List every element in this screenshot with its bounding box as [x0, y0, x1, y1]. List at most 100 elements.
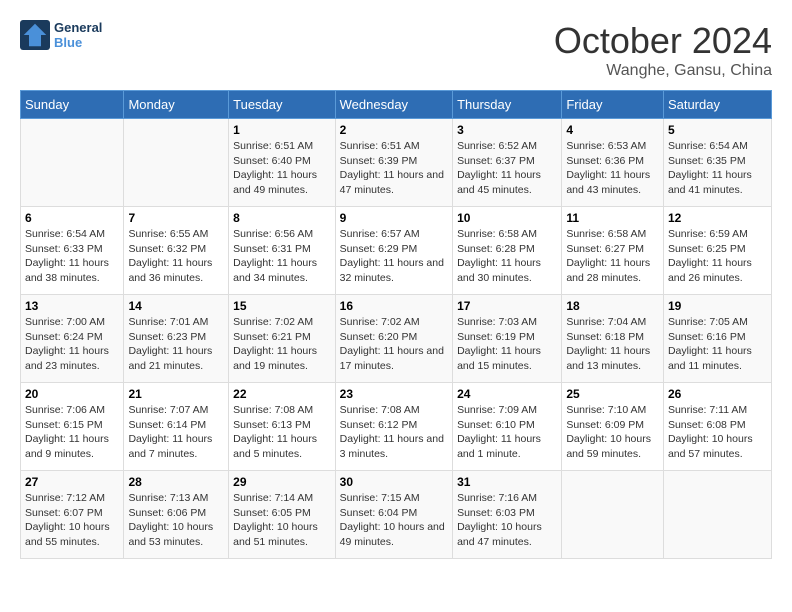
day-number: 13 — [25, 299, 119, 313]
calendar-week-row: 27 Sunrise: 7:12 AMSunset: 6:07 PMDayligh… — [21, 471, 772, 559]
day-info: Sunrise: 6:58 AMSunset: 6:27 PMDaylight:… — [566, 227, 659, 286]
day-number: 10 — [457, 211, 557, 225]
calendar-cell: 18 Sunrise: 7:04 AMSunset: 6:18 PMDayligh… — [562, 295, 664, 383]
calendar-cell: 3 Sunrise: 6:52 AMSunset: 6:37 PMDaylight… — [453, 119, 562, 207]
calendar-cell: 26 Sunrise: 7:11 AMSunset: 6:08 PMDayligh… — [663, 383, 771, 471]
day-info: Sunrise: 7:00 AMSunset: 6:24 PMDaylight:… — [25, 315, 119, 374]
day-number: 5 — [668, 123, 767, 137]
calendar-cell: 4 Sunrise: 6:53 AMSunset: 6:36 PMDaylight… — [562, 119, 664, 207]
day-info: Sunrise: 7:08 AMSunset: 6:12 PMDaylight:… — [340, 403, 448, 462]
day-info: Sunrise: 6:51 AMSunset: 6:40 PMDaylight:… — [233, 139, 331, 198]
day-info: Sunrise: 7:16 AMSunset: 6:03 PMDaylight:… — [457, 491, 557, 550]
day-number: 20 — [25, 387, 119, 401]
logo-icon — [20, 20, 50, 50]
day-info: Sunrise: 7:12 AMSunset: 6:07 PMDaylight:… — [25, 491, 119, 550]
day-number: 28 — [128, 475, 224, 489]
day-number: 3 — [457, 123, 557, 137]
logo: General Blue — [20, 20, 102, 50]
day-number: 1 — [233, 123, 331, 137]
day-number: 8 — [233, 211, 331, 225]
calendar-week-row: 13 Sunrise: 7:00 AMSunset: 6:24 PMDayligh… — [21, 295, 772, 383]
day-info: Sunrise: 6:55 AMSunset: 6:32 PMDaylight:… — [128, 227, 224, 286]
day-info: Sunrise: 6:57 AMSunset: 6:29 PMDaylight:… — [340, 227, 448, 286]
day-info: Sunrise: 7:09 AMSunset: 6:10 PMDaylight:… — [457, 403, 557, 462]
calendar-cell: 13 Sunrise: 7:00 AMSunset: 6:24 PMDayligh… — [21, 295, 124, 383]
calendar-week-row: 6 Sunrise: 6:54 AMSunset: 6:33 PMDaylight… — [21, 207, 772, 295]
day-info: Sunrise: 7:15 AMSunset: 6:04 PMDaylight:… — [340, 491, 448, 550]
calendar-header-saturday: Saturday — [663, 91, 771, 119]
day-number: 27 — [25, 475, 119, 489]
day-number: 6 — [25, 211, 119, 225]
day-info: Sunrise: 7:10 AMSunset: 6:09 PMDaylight:… — [566, 403, 659, 462]
day-number: 29 — [233, 475, 331, 489]
day-number: 12 — [668, 211, 767, 225]
day-info: Sunrise: 7:02 AMSunset: 6:21 PMDaylight:… — [233, 315, 331, 374]
day-number: 9 — [340, 211, 448, 225]
day-number: 15 — [233, 299, 331, 313]
day-info: Sunrise: 6:52 AMSunset: 6:37 PMDaylight:… — [457, 139, 557, 198]
calendar-cell: 23 Sunrise: 7:08 AMSunset: 6:12 PMDayligh… — [335, 383, 452, 471]
calendar-header-sunday: Sunday — [21, 91, 124, 119]
day-number: 30 — [340, 475, 448, 489]
day-info: Sunrise: 7:14 AMSunset: 6:05 PMDaylight:… — [233, 491, 331, 550]
calendar-cell: 21 Sunrise: 7:07 AMSunset: 6:14 PMDayligh… — [124, 383, 229, 471]
calendar-cell — [562, 471, 664, 559]
calendar-cell — [663, 471, 771, 559]
day-number: 24 — [457, 387, 557, 401]
calendar-header-monday: Monday — [124, 91, 229, 119]
calendar-header-tuesday: Tuesday — [229, 91, 336, 119]
day-number: 26 — [668, 387, 767, 401]
calendar-cell: 9 Sunrise: 6:57 AMSunset: 6:29 PMDaylight… — [335, 207, 452, 295]
calendar-header-wednesday: Wednesday — [335, 91, 452, 119]
day-info: Sunrise: 6:53 AMSunset: 6:36 PMDaylight:… — [566, 139, 659, 198]
calendar-cell: 24 Sunrise: 7:09 AMSunset: 6:10 PMDayligh… — [453, 383, 562, 471]
calendar-cell: 5 Sunrise: 6:54 AMSunset: 6:35 PMDaylight… — [663, 119, 771, 207]
calendar-cell: 25 Sunrise: 7:10 AMSunset: 6:09 PMDayligh… — [562, 383, 664, 471]
day-number: 17 — [457, 299, 557, 313]
calendar-cell: 1 Sunrise: 6:51 AMSunset: 6:40 PMDaylight… — [229, 119, 336, 207]
day-number: 21 — [128, 387, 224, 401]
day-info: Sunrise: 7:04 AMSunset: 6:18 PMDaylight:… — [566, 315, 659, 374]
day-info: Sunrise: 7:13 AMSunset: 6:06 PMDaylight:… — [128, 491, 224, 550]
day-info: Sunrise: 6:51 AMSunset: 6:39 PMDaylight:… — [340, 139, 448, 198]
day-number: 22 — [233, 387, 331, 401]
calendar-cell: 27 Sunrise: 7:12 AMSunset: 6:07 PMDayligh… — [21, 471, 124, 559]
calendar-header-friday: Friday — [562, 91, 664, 119]
logo-blue: Blue — [54, 35, 102, 50]
calendar-cell: 28 Sunrise: 7:13 AMSunset: 6:06 PMDayligh… — [124, 471, 229, 559]
day-info: Sunrise: 7:06 AMSunset: 6:15 PMDaylight:… — [25, 403, 119, 462]
calendar-cell: 16Sunrise: 7:02 AMSunset: 6:20 PMDayligh… — [335, 295, 452, 383]
title-block: October 2024 Wanghe, Gansu, China — [554, 20, 772, 80]
day-info: Sunrise: 6:56 AMSunset: 6:31 PMDaylight:… — [233, 227, 331, 286]
day-info: Sunrise: 7:05 AMSunset: 6:16 PMDaylight:… — [668, 315, 767, 374]
calendar-week-row: 1 Sunrise: 6:51 AMSunset: 6:40 PMDaylight… — [21, 119, 772, 207]
calendar-cell: 8 Sunrise: 6:56 AMSunset: 6:31 PMDaylight… — [229, 207, 336, 295]
day-info: Sunrise: 7:11 AMSunset: 6:08 PMDaylight:… — [668, 403, 767, 462]
day-info: Sunrise: 7:08 AMSunset: 6:13 PMDaylight:… — [233, 403, 331, 462]
month-title: October 2024 — [554, 20, 772, 62]
calendar-cell: 10 Sunrise: 6:58 AMSunset: 6:28 PMDayligh… — [453, 207, 562, 295]
day-info: Sunrise: 7:07 AMSunset: 6:14 PMDaylight:… — [128, 403, 224, 462]
day-number: 19 — [668, 299, 767, 313]
calendar-cell: 22 Sunrise: 7:08 AMSunset: 6:13 PMDayligh… — [229, 383, 336, 471]
day-number: 11 — [566, 211, 659, 225]
page-header: General Blue October 2024 Wanghe, Gansu,… — [20, 20, 772, 80]
day-info: Sunrise: 6:54 AMSunset: 6:33 PMDaylight:… — [25, 227, 119, 286]
day-info: Sunrise: 6:54 AMSunset: 6:35 PMDaylight:… — [668, 139, 767, 198]
calendar-cell: 11 Sunrise: 6:58 AMSunset: 6:27 PMDayligh… — [562, 207, 664, 295]
location: Wanghe, Gansu, China — [554, 62, 772, 80]
calendar-cell: 14Sunrise: 7:01 AMSunset: 6:23 PMDayligh… — [124, 295, 229, 383]
day-number: 23 — [340, 387, 448, 401]
calendar-cell: 15 Sunrise: 7:02 AMSunset: 6:21 PMDayligh… — [229, 295, 336, 383]
calendar-header-row: SundayMondayTuesdayWednesdayThursdayFrid… — [21, 91, 772, 119]
day-number: 4 — [566, 123, 659, 137]
day-number: 7 — [128, 211, 224, 225]
day-info: Sunrise: 6:58 AMSunset: 6:28 PMDaylight:… — [457, 227, 557, 286]
day-info: Sunrise: 7:03 AMSunset: 6:19 PMDaylight:… — [457, 315, 557, 374]
calendar-cell: 19 Sunrise: 7:05 AMSunset: 6:16 PMDayligh… — [663, 295, 771, 383]
calendar-cell: 6 Sunrise: 6:54 AMSunset: 6:33 PMDaylight… — [21, 207, 124, 295]
day-number: 25 — [566, 387, 659, 401]
calendar-cell: 30 Sunrise: 7:15 AMSunset: 6:04 PMDayligh… — [335, 471, 452, 559]
day-number: 18 — [566, 299, 659, 313]
day-info: Sunrise: 7:02 AMSunset: 6:20 PMDaylight:… — [340, 315, 448, 374]
